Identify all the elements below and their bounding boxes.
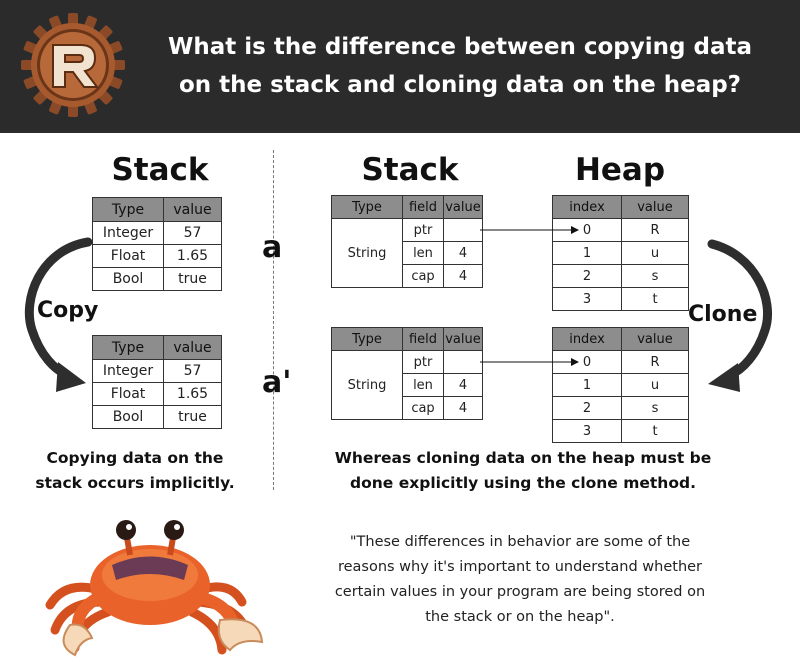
copy-caption: Copying data on the stack occurs implici…	[35, 449, 235, 492]
ferris-crab-icon	[45, 520, 264, 657]
clone-curved-arrow	[707, 239, 773, 392]
clone-caption: Whereas cloning data on the heap must be…	[334, 449, 712, 492]
quote-text: "These differences in behavior are some …	[334, 534, 706, 625]
copy-curved-arrow	[24, 237, 93, 392]
